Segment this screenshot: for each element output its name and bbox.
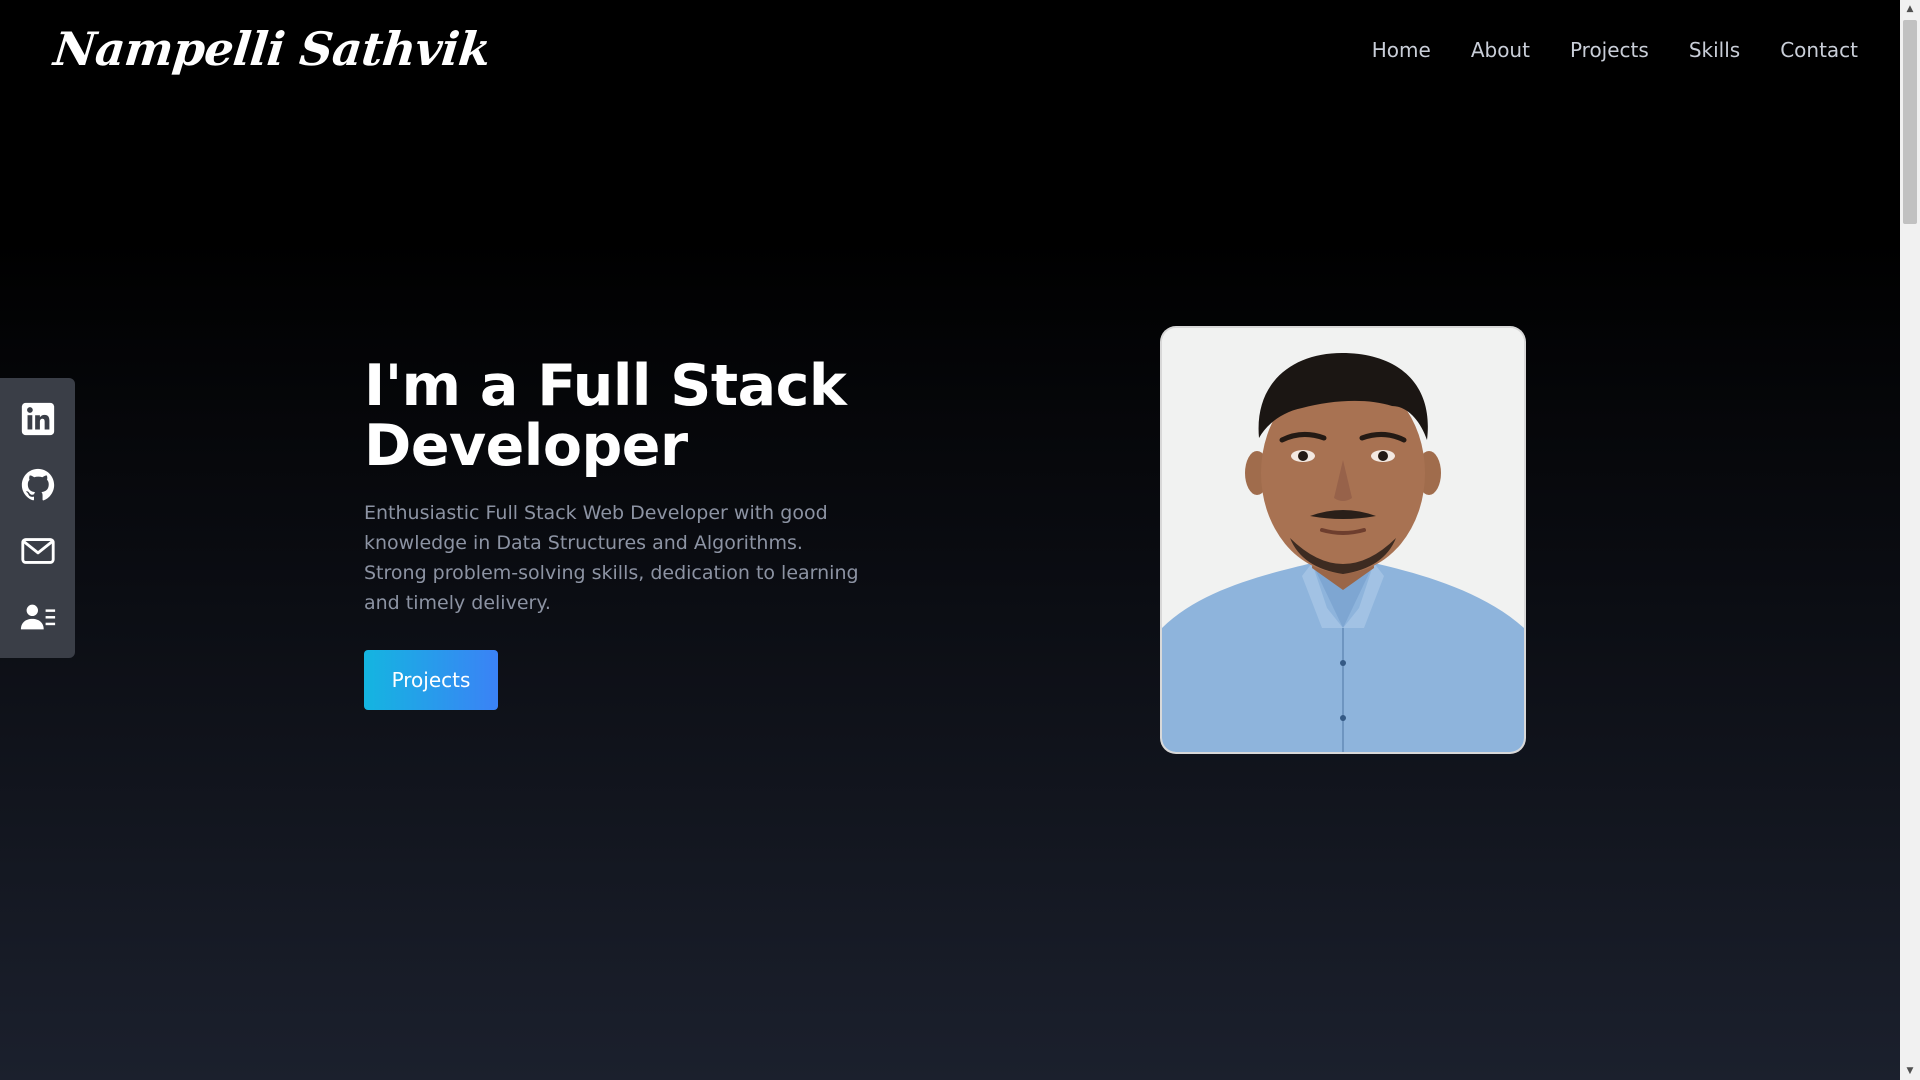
scroll-thumb[interactable]	[1903, 20, 1917, 224]
profile-photo	[1162, 328, 1524, 752]
nav-about[interactable]: About	[1471, 38, 1530, 62]
page: Nampelli Sathvik Home About Projects Ski…	[0, 0, 1900, 1080]
scroll-down-arrow-icon[interactable]: ▼	[1900, 1062, 1920, 1080]
contact-card-icon[interactable]	[18, 597, 58, 637]
social-links-rail	[0, 378, 75, 658]
linkedin-icon[interactable]	[18, 399, 58, 439]
nav-contact[interactable]: Contact	[1780, 38, 1858, 62]
nav-skills[interactable]: Skills	[1689, 38, 1740, 62]
mail-icon[interactable]	[18, 531, 58, 571]
site-logo[interactable]: Nampelli Sathvik	[51, 22, 493, 76]
nav-home[interactable]: Home	[1372, 38, 1431, 62]
hero-title: I'm a Full Stack Developer	[364, 353, 847, 479]
projects-button[interactable]: Projects	[364, 650, 498, 710]
scroll-up-arrow-icon[interactable]: ▲	[1900, 0, 1920, 18]
github-icon[interactable]	[18, 465, 58, 505]
main-nav: Home About Projects Skills Contact	[1372, 38, 1858, 62]
page-scrollbar[interactable]: ▲ ▼	[1900, 0, 1920, 1080]
hero-description: Enthusiastic Full Stack Web Developer wi…	[364, 502, 859, 614]
nav-projects[interactable]: Projects	[1570, 38, 1649, 62]
